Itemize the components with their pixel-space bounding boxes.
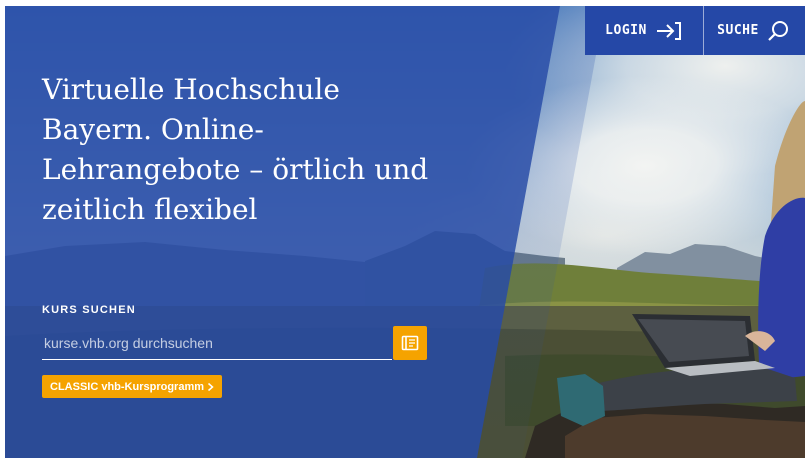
login-arrow-icon — [656, 21, 681, 40]
hero-section: LOGIN SUCHE Virtuelle Hochschule Bayern.… — [5, 6, 805, 458]
classic-course-program-label: CLASSIC vhb-Kursprogramm — [50, 380, 205, 393]
course-search-label: KURS SUCHEN — [42, 304, 136, 316]
course-search-submit-button[interactable] — [393, 326, 427, 360]
course-search-input[interactable] — [42, 326, 392, 360]
hero-headline: Virtuelle Hochschule Bayern. Online-Lehr… — [42, 73, 429, 226]
magnifier-icon — [768, 20, 788, 41]
login-button[interactable]: LOGIN — [585, 6, 704, 55]
search-toggle-button[interactable]: SUCHE — [704, 6, 804, 55]
login-label: LOGIN — [605, 23, 647, 38]
search-toggle-label: SUCHE — [717, 23, 759, 38]
chevron-right-icon — [208, 382, 214, 391]
classic-course-program-button[interactable]: CLASSIC vhb-Kursprogramm — [42, 375, 223, 398]
course-search-form — [42, 326, 427, 360]
book-icon — [401, 335, 419, 351]
top-navigation: LOGIN SUCHE — [585, 6, 805, 55]
